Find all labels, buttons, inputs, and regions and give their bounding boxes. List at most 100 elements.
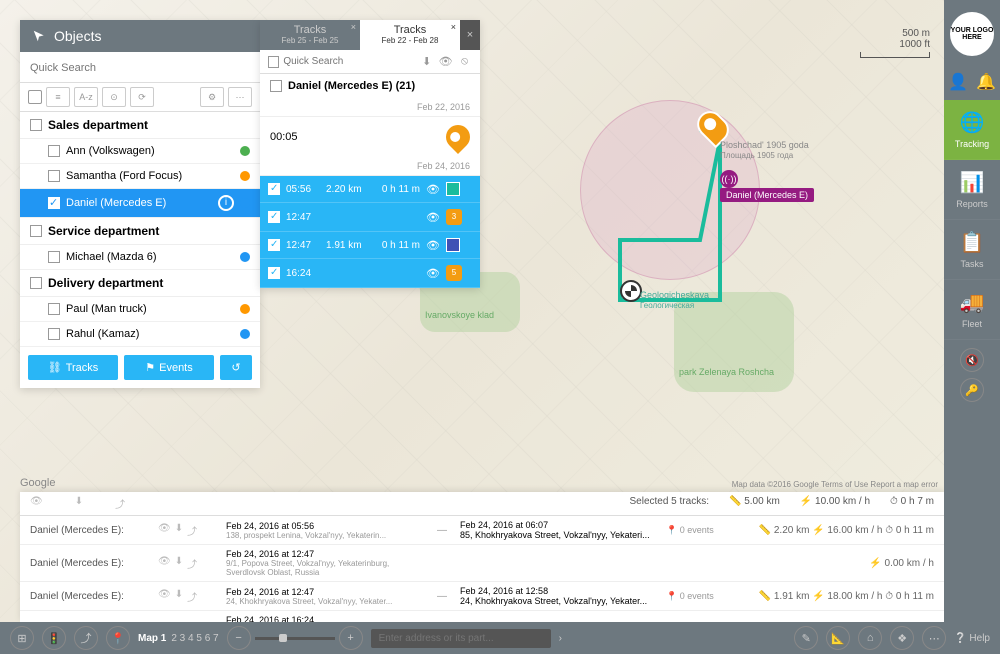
object-item[interactable]: Ann (Volkswagen) <box>20 139 260 164</box>
eye-icon[interactable]: 👁 <box>30 496 43 511</box>
checkbox[interactable] <box>30 277 42 289</box>
share-icon[interactable]: ⤴ <box>187 523 197 538</box>
tab-tracks-1[interactable]: Tracks× Feb 25 - Feb 25 <box>260 20 360 50</box>
tracks-search-input[interactable] <box>283 56 415 67</box>
object-item[interactable]: Daniel (Mercedes E)i <box>20 189 260 218</box>
download-icon[interactable]: ⬇ <box>175 556 183 571</box>
tracks-button[interactable]: ⛓Tracks <box>28 355 118 380</box>
select-all-checkbox[interactable] <box>268 56 279 68</box>
object-group[interactable]: Sales department <box>20 112 260 139</box>
home-icon[interactable]: ⌂ <box>858 626 882 650</box>
gps-object-label[interactable]: Daniel (Mercedes E) <box>720 188 814 202</box>
eye-icon[interactable]: 👁 <box>426 239 440 252</box>
address-search-input[interactable] <box>371 629 551 648</box>
object-group[interactable]: Service department <box>20 218 260 245</box>
table-row[interactable]: Daniel (Mercedes E):👁⬇⤴Feb 24, 2016 at 1… <box>20 582 944 611</box>
checkbox[interactable] <box>268 183 280 195</box>
eye-icon[interactable]: 👁 <box>438 55 453 68</box>
traffic-icon[interactable]: 🚦 <box>42 626 66 650</box>
target-icon[interactable]: ⊙ <box>102 87 126 107</box>
checkbox[interactable] <box>48 197 60 209</box>
eye-icon[interactable]: 👁 <box>426 267 440 280</box>
checkbox[interactable] <box>48 328 60 340</box>
marker-end-icon[interactable] <box>620 280 642 302</box>
checkbox[interactable] <box>48 170 60 182</box>
share-icon[interactable]: ⤴ <box>187 556 197 571</box>
map-tab[interactable]: Map 1 <box>138 633 166 644</box>
track-row[interactable]: 05:562.20 km0 h 11 m👁 <box>260 176 480 203</box>
eye-icon[interactable]: 👁 <box>426 211 440 224</box>
track-row[interactable]: 12:47👁3 <box>260 203 480 232</box>
eye-icon[interactable]: 👁 <box>158 523 171 538</box>
track-row[interactable]: 16:24👁5 <box>260 259 480 288</box>
search-go-icon[interactable]: › <box>559 633 562 644</box>
zoom-slider[interactable] <box>255 637 335 640</box>
pin-icon[interactable]: 📍 <box>106 626 130 650</box>
nav-item-tasks[interactable]: 📋Tasks <box>944 220 1000 280</box>
object-item[interactable]: Samantha (Ford Focus) <box>20 164 260 189</box>
zoom-in-icon[interactable]: + <box>339 626 363 650</box>
table-row[interactable]: Daniel (Mercedes E):👁⬇⤴Feb 24, 2016 at 0… <box>20 516 944 545</box>
map-pages[interactable]: 2 3 4 5 6 7 <box>171 633 218 644</box>
object-item[interactable]: Paul (Man truck) <box>20 297 260 322</box>
events-button[interactable]: ⚑Events <box>124 355 214 380</box>
download-icon[interactable]: ⬇ <box>419 55 434 68</box>
status-dot <box>240 329 250 339</box>
checkbox[interactable] <box>30 119 42 131</box>
zoom-out-icon[interactable]: − <box>227 626 251 650</box>
bell-icon[interactable]: 🔔 <box>976 72 996 92</box>
nav-item-tracking[interactable]: 🌐Tracking <box>944 100 1000 160</box>
track-row[interactable]: 12:471.91 km0 h 11 m👁 <box>260 232 480 259</box>
download-icon[interactable]: ⬇ <box>175 523 183 538</box>
eye-off-icon[interactable]: ⦸ <box>457 55 472 68</box>
tracks-tabs: Tracks× Feb 25 - Feb 25 Tracks× Feb 22 -… <box>260 20 480 50</box>
download-icon[interactable]: ⬇ <box>175 589 183 604</box>
checkbox[interactable] <box>48 251 60 263</box>
nav-item-reports[interactable]: 📊Reports <box>944 160 1000 220</box>
settings-icon[interactable]: ⋯ <box>228 87 252 107</box>
info-icon[interactable]: i <box>218 195 234 211</box>
nav-item-fleet[interactable]: 🚚Fleet <box>944 280 1000 340</box>
more-icon[interactable]: ⋯ <box>922 626 946 650</box>
sort-button[interactable]: A-z <box>74 87 98 107</box>
key-icon[interactable]: 🔑 <box>960 378 984 402</box>
panel-close-button[interactable]: × <box>460 20 480 50</box>
share-icon[interactable]: ⤴ <box>74 626 98 650</box>
filter-icon[interactable]: ⚙ <box>200 87 224 107</box>
objects-search[interactable] <box>20 52 260 83</box>
checkbox[interactable] <box>270 80 282 92</box>
checkbox[interactable] <box>268 267 280 279</box>
object-item[interactable]: Rahul (Kamaz) <box>20 322 260 347</box>
table-row[interactable]: Daniel (Mercedes E):👁⬇⤴Feb 24, 2016 at 1… <box>20 545 944 582</box>
share-icon[interactable]: ⤴ <box>115 496 125 511</box>
share-icon[interactable]: ⤴ <box>187 589 197 604</box>
refresh-icon[interactable]: ⟳ <box>130 87 154 107</box>
checkbox[interactable] <box>48 145 60 157</box>
checkbox[interactable] <box>48 303 60 315</box>
table-row[interactable]: Daniel (Mercedes E):👁⬇⤴Feb 24, 2016 at 1… <box>20 611 944 622</box>
help-link[interactable]: ❔ Help <box>954 633 990 644</box>
tool-icon[interactable]: ✎ <box>794 626 818 650</box>
user-icon[interactable]: 👤 <box>948 72 968 92</box>
mute-icon[interactable]: 🔇 <box>960 348 984 372</box>
list-view-icon[interactable]: ≡ <box>46 87 70 107</box>
grid-icon[interactable]: ⊞ <box>10 626 34 650</box>
tab-tracks-2[interactable]: Tracks× Feb 22 - Feb 28 <box>360 20 460 50</box>
close-icon[interactable]: × <box>351 22 356 32</box>
checkbox[interactable] <box>268 211 280 223</box>
eye-icon[interactable]: 👁 <box>158 556 171 571</box>
layers-icon[interactable]: ❖ <box>890 626 914 650</box>
ruler-icon[interactable]: 📐 <box>826 626 850 650</box>
close-icon[interactable]: × <box>451 22 456 32</box>
select-all-checkbox[interactable] <box>28 90 42 104</box>
eye-icon[interactable]: 👁 <box>158 589 171 604</box>
object-item[interactable]: Michael (Mazda 6) <box>20 245 260 270</box>
object-group[interactable]: Delivery department <box>20 270 260 297</box>
checkbox[interactable] <box>268 239 280 251</box>
gps-signal-icon[interactable]: ((·)) <box>720 170 738 188</box>
history-button[interactable]: ↺ <box>220 355 252 380</box>
checkbox[interactable] <box>30 225 42 237</box>
objects-search-input[interactable] <box>30 62 250 74</box>
download-icon[interactable]: ⬇ <box>75 496 83 511</box>
eye-icon[interactable]: 👁 <box>426 183 440 196</box>
